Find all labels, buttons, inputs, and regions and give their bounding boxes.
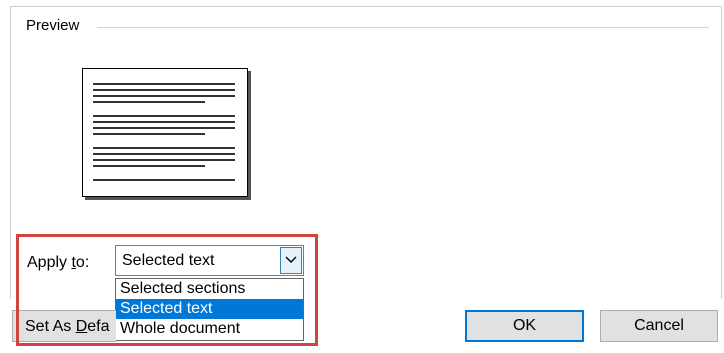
preview-text-line [93,147,235,149]
preview-text-line [93,179,235,181]
preview-section-label: Preview [26,17,86,34]
preview-text-line [93,159,235,161]
page-setup-dialog: Preview Apply to: Selected text Selected… [0,0,724,353]
set-default-prefix: Set As [25,318,76,335]
ok-button[interactable]: OK [465,310,584,342]
dropdown-arrow-button[interactable] [280,247,302,274]
apply-to-label: Apply to: [27,254,89,272]
set-default-accelerator: D [75,318,88,335]
preview-text-line [93,95,235,97]
apply-to-label-suffix: o: [75,254,90,271]
dropdown-option-selected-sections[interactable]: Selected sections [116,279,303,299]
dropdown-option-whole-document[interactable]: Whole document [116,319,303,339]
preview-text-line [93,133,205,135]
set-as-default-button[interactable]: Set As Defa [12,310,116,342]
preview-page-thumbnail [82,68,248,197]
preview-text-line [93,115,235,117]
apply-to-combobox[interactable]: Selected text [115,245,304,276]
preview-text-line [93,165,205,167]
apply-to-label-prefix: Apply [27,254,72,271]
dropdown-option-selected-text[interactable]: Selected text [116,299,303,319]
preview-text-line [93,121,235,123]
set-default-suffix: efa [87,318,110,335]
set-as-default-label: Set As Defa [25,318,110,336]
preview-text-line [93,101,205,103]
cancel-button[interactable]: Cancel [600,310,718,342]
preview-text-line [93,127,235,129]
preview-text-line [93,83,235,85]
preview-text-line [93,153,235,155]
preview-text-line [93,89,235,91]
preview-section-divider [97,27,709,28]
apply-to-dropdown-list: Selected sections Selected text Whole do… [115,278,304,341]
apply-to-selected-value: Selected text [122,252,215,269]
